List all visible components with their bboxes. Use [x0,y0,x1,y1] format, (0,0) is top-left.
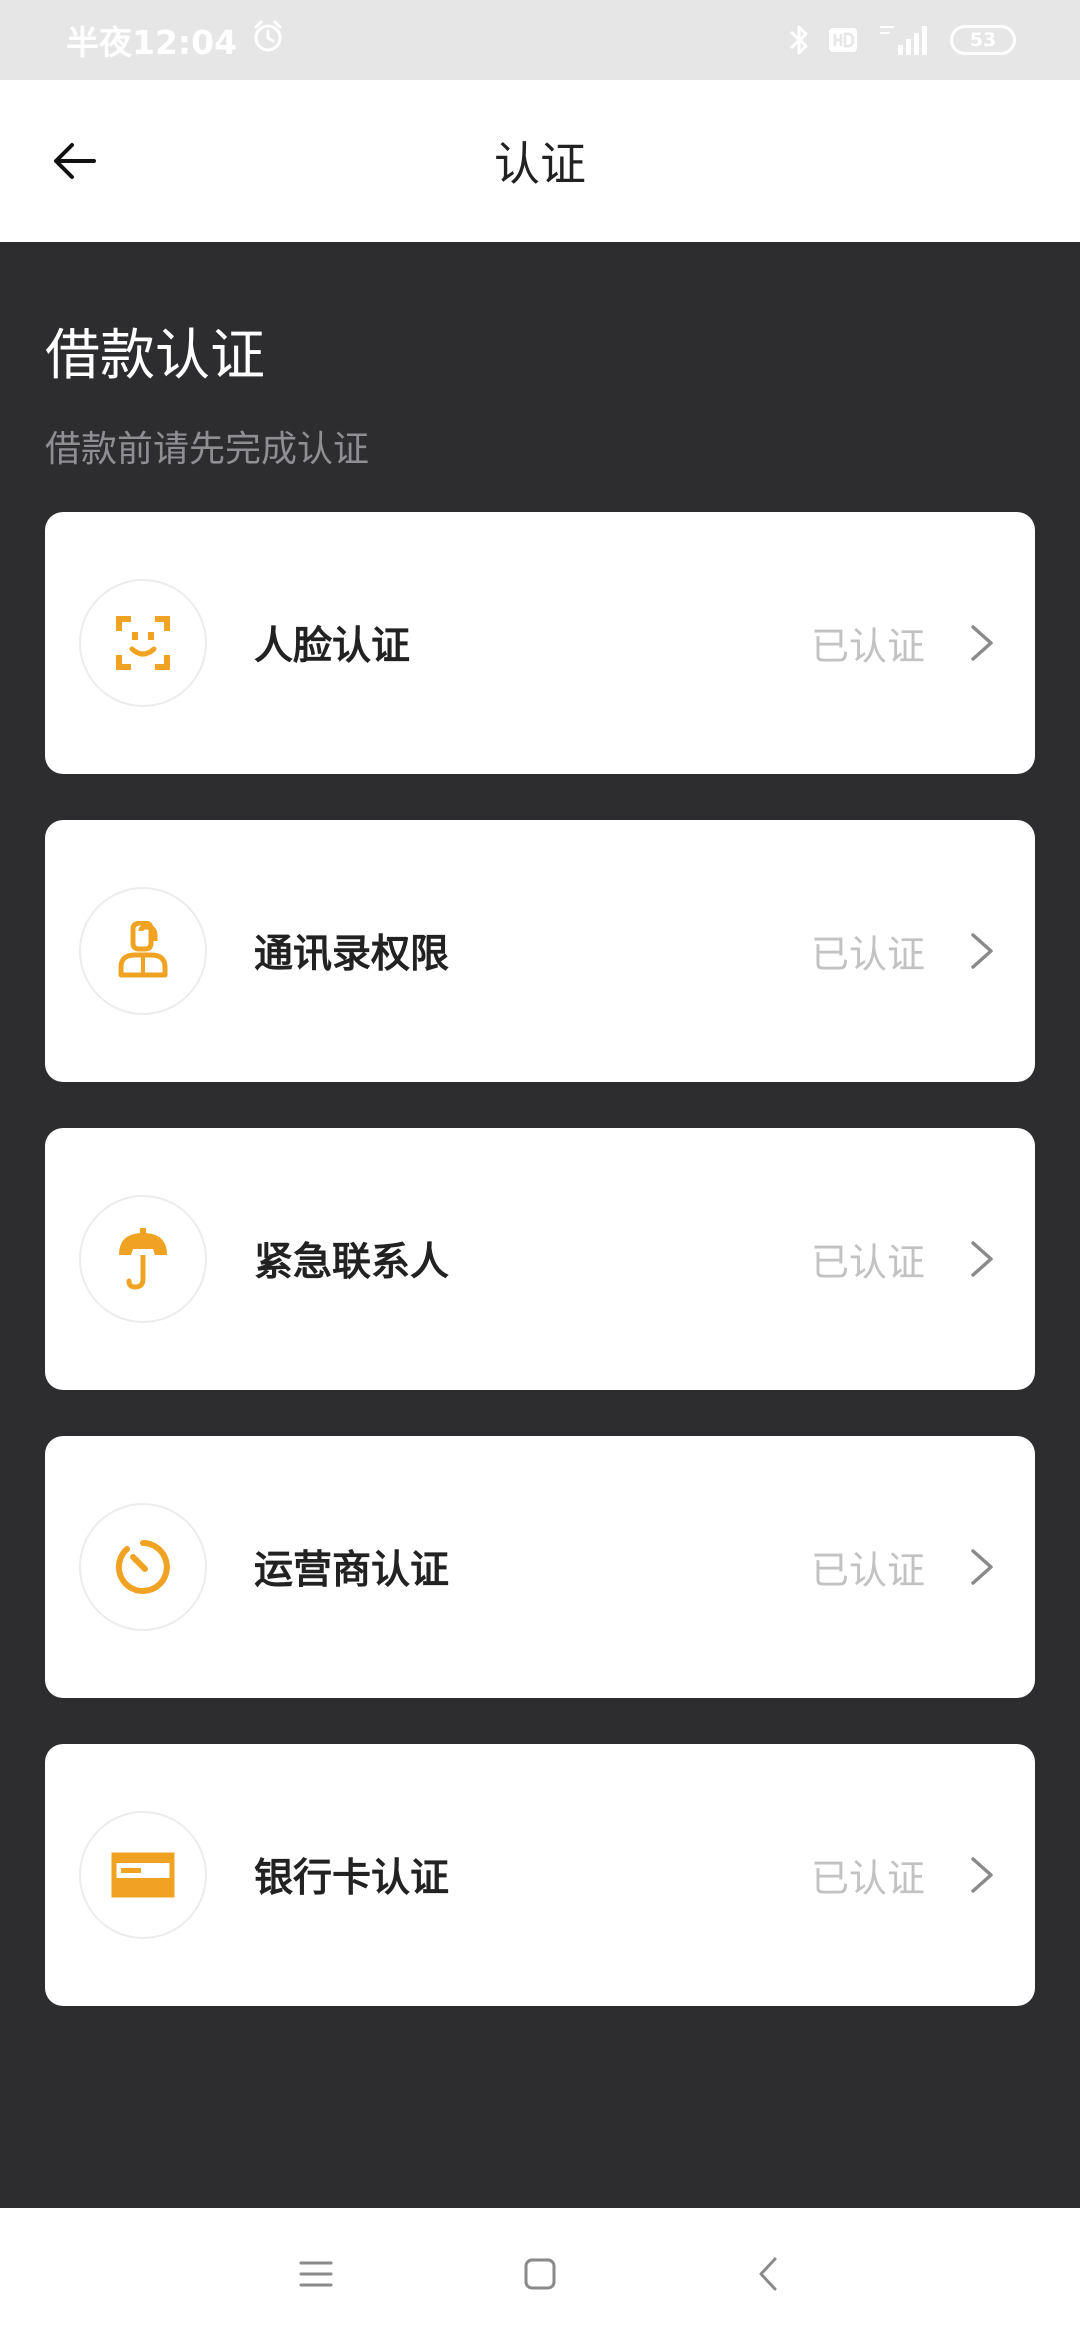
status-time: 半夜12:04 [66,23,238,62]
face-scan-icon [116,616,170,670]
square-icon [524,2258,556,2290]
icon-circle [79,887,207,1015]
battery-indicator: 53 [950,25,1016,55]
bluetooth-icon [788,23,810,57]
bank-card-icon [111,1852,175,1898]
status-bar: 半夜12:04 53 [0,0,1080,80]
item-label: 运营商认证 [254,1548,450,1593]
arrow-left-icon [54,143,96,179]
auth-item-emergency-contact[interactable]: 紧急联系人 已认证 [45,1128,1035,1390]
item-label: 通讯录权限 [254,932,450,977]
item-status: 已认证 [810,624,925,669]
item-label: 银行卡认证 [254,1856,450,1901]
icon-circle [79,579,207,707]
icon-circle [79,1503,207,1631]
app-header: 认证 [0,80,1080,242]
system-nav-bar [0,2208,1080,2340]
hd-icon [828,25,858,55]
chevron-right-icon [971,1549,993,1585]
status-left: 半夜12:04 [66,16,285,64]
nav-menu-button[interactable] [286,2244,346,2304]
back-button[interactable] [44,131,104,191]
chevron-left-icon [759,2257,777,2291]
nav-back-button[interactable] [738,2244,798,2304]
item-label: 人脸认证 [254,624,411,669]
signal-icon [876,23,932,57]
menu-icon [299,2261,333,2287]
umbrella-icon [119,1228,167,1290]
section-title: 借款认证 [45,323,266,387]
item-status: 已认证 [810,932,925,977]
auth-item-contacts[interactable]: 通讯录权限 已认证 [45,820,1035,1082]
nav-home-button[interactable] [510,2244,570,2304]
chevron-right-icon [971,1857,993,1893]
item-status: 已认证 [810,1548,925,1593]
icon-circle [79,1811,207,1939]
chevron-right-icon [971,625,993,661]
alarm-icon [251,19,285,61]
section-subtitle: 借款前请先完成认证 [45,429,370,470]
auth-item-face[interactable]: 人脸认证 已认证 [45,512,1035,774]
item-status: 已认证 [810,1856,925,1901]
chevron-right-icon [971,1241,993,1277]
contacts-icon [118,921,168,978]
item-status: 已认证 [810,1240,925,1285]
item-label: 紧急联系人 [254,1240,450,1285]
chevron-right-icon [971,933,993,969]
auth-item-bank-card[interactable]: 银行卡认证 已认证 [45,1744,1035,2006]
icon-circle [79,1195,207,1323]
timer-icon [115,1540,170,1594]
page-title: 认证 [494,137,586,191]
main-content: 借款认证 借款前请先完成认证 人脸认证 已认证 通讯录权限 已认证 紧急联系人 … [0,242,1080,2208]
auth-item-carrier[interactable]: 运营商认证 已认证 [45,1436,1035,1698]
status-right: 53 [788,23,1016,57]
